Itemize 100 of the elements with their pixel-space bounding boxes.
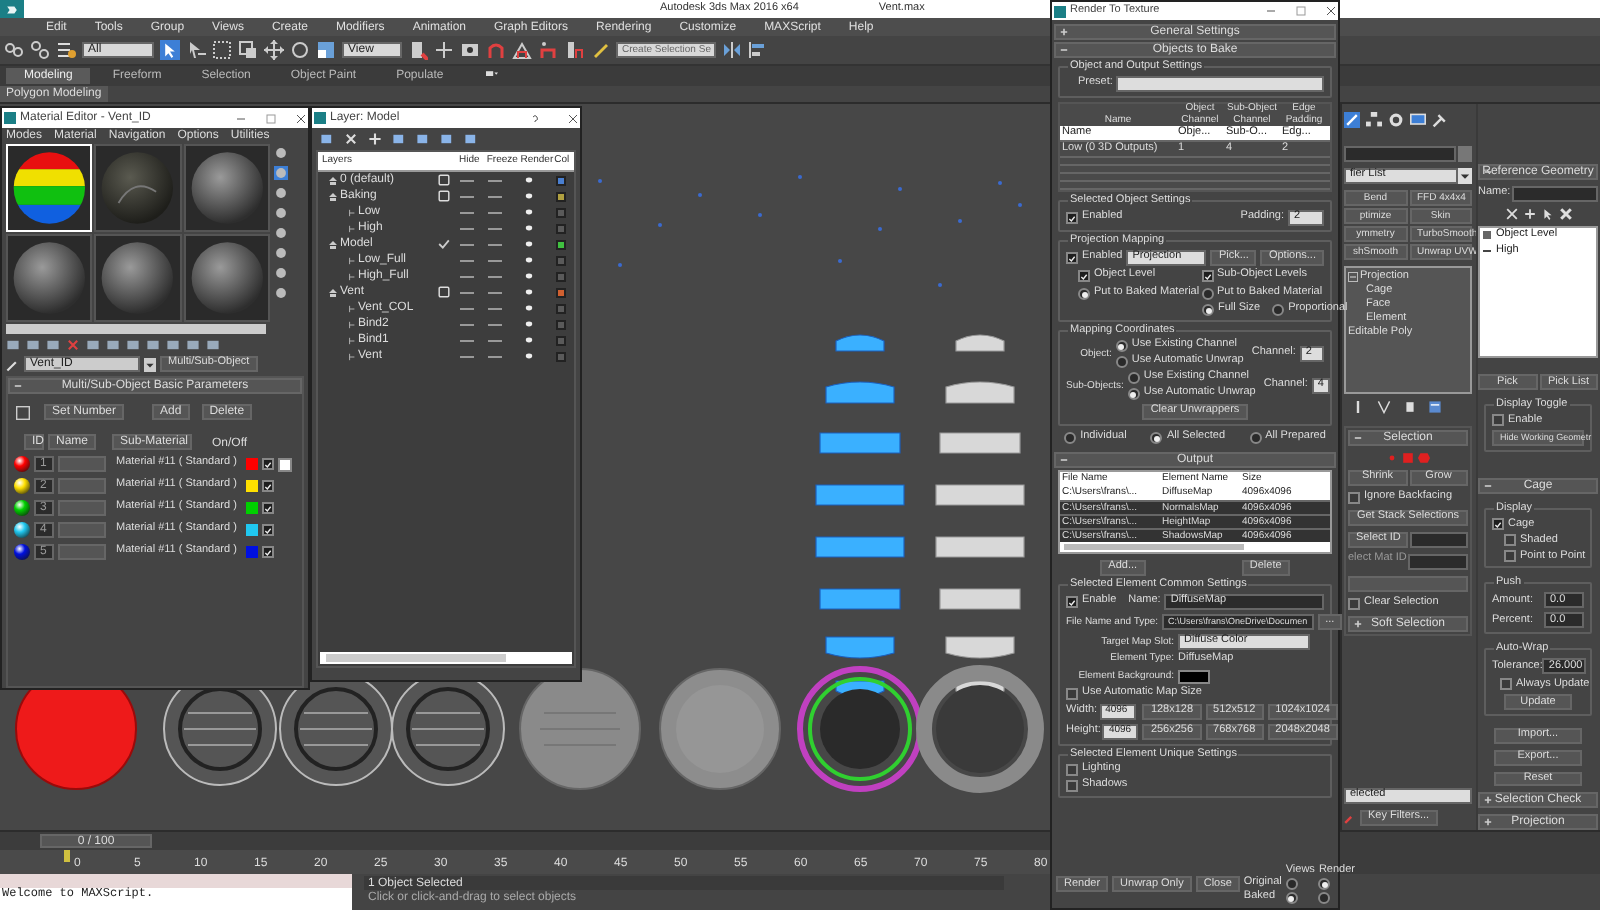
radio-button[interactable] — [1127, 388, 1140, 400]
checkbox[interactable] — [262, 458, 275, 470]
layer-color-swatch[interactable] — [556, 255, 566, 265]
radio-button[interactable] — [1285, 892, 1298, 904]
layer-color-swatch[interactable] — [556, 191, 566, 201]
motion-icon[interactable] — [1388, 112, 1404, 128]
checkbox[interactable] — [262, 480, 275, 492]
color-swatch[interactable] — [246, 502, 259, 514]
checkbox[interactable] — [1492, 414, 1504, 427]
radio-button[interactable] — [1272, 304, 1285, 316]
layer-color-swatch[interactable] — [556, 351, 566, 361]
layer-color-swatch[interactable] — [556, 207, 566, 217]
layer-color-swatch[interactable] — [556, 287, 566, 297]
assign-material-icon[interactable] — [46, 338, 60, 352]
minimize-icon[interactable] — [236, 113, 246, 123]
radio-button[interactable] — [1201, 288, 1213, 300]
checkbox[interactable] — [1504, 550, 1516, 563]
sub-material-name-field[interactable] — [58, 478, 106, 494]
create-icon[interactable] — [1344, 112, 1360, 128]
put-to-library-icon[interactable] — [126, 338, 140, 352]
scale-icon[interactable] — [316, 40, 336, 60]
checkbox[interactable] — [262, 502, 275, 514]
ribbon-options-icon[interactable] — [481, 70, 502, 82]
radio-button[interactable] — [1150, 432, 1163, 444]
minimize-icon[interactable] — [1266, 6, 1276, 16]
hierarchy-icon[interactable] — [1366, 112, 1382, 128]
edit-named-selection-icon[interactable] — [590, 40, 610, 60]
percent-snap-icon[interactable] — [538, 40, 558, 60]
checkmark-icon[interactable] — [438, 238, 450, 250]
checkbox[interactable] — [1348, 598, 1360, 610]
current-layer-toggle[interactable] — [438, 174, 450, 186]
checkbox[interactable] — [1201, 270, 1213, 282]
new-layer-icon[interactable] — [320, 132, 334, 146]
checkbox[interactable] — [1500, 678, 1512, 691]
make-unique-icon[interactable] — [1404, 400, 1416, 414]
horizontal-scrollbar[interactable] — [326, 654, 506, 662]
name-field[interactable] — [1512, 186, 1598, 202]
freeze-icon[interactable] — [464, 132, 478, 146]
uv-tiling-icon[interactable] — [274, 206, 288, 220]
link-icon[interactable] — [4, 40, 24, 60]
pivot-icon[interactable] — [408, 40, 428, 60]
key-icon[interactable] — [1344, 812, 1356, 824]
checkbox[interactable] — [1078, 270, 1090, 282]
options-icon[interactable] — [274, 246, 288, 260]
material-id-icon[interactable] — [146, 338, 160, 352]
layer-color-swatch[interactable] — [556, 223, 566, 233]
minus-icon[interactable] — [1348, 272, 1358, 282]
checkbox[interactable] — [1066, 212, 1078, 224]
checkbox[interactable] — [1492, 518, 1504, 531]
horizontal-scrollbar[interactable] — [6, 324, 266, 334]
layer-color-swatch[interactable] — [556, 319, 566, 329]
sub-material-name-field[interactable] — [58, 544, 106, 560]
background-color-swatch[interactable] — [1178, 669, 1210, 683]
maxscript-input-field[interactable] — [0, 874, 352, 888]
color-check-icon[interactable] — [274, 226, 288, 240]
background-icon[interactable] — [274, 186, 288, 200]
preset-dropdown[interactable] — [1116, 76, 1324, 92]
show-end-result-icon[interactable] — [186, 338, 200, 352]
radio-button[interactable] — [1127, 372, 1140, 384]
put-to-scene-icon[interactable] — [26, 338, 40, 352]
make-unique-icon[interactable] — [106, 338, 120, 352]
checkbox[interactable] — [1066, 687, 1078, 699]
remove-icon[interactable] — [1505, 208, 1517, 220]
rotate-icon[interactable] — [290, 40, 310, 60]
dropdown-arrow-icon[interactable] — [144, 357, 156, 371]
display-icon[interactable] — [1410, 112, 1426, 128]
copy-icon[interactable] — [86, 338, 100, 352]
keyboard-shortcut-icon[interactable] — [460, 40, 480, 60]
material-id-field[interactable] — [1408, 554, 1468, 570]
radio-button[interactable] — [1064, 432, 1077, 444]
checkbox[interactable] — [1504, 534, 1516, 547]
checkbox[interactable] — [1066, 596, 1078, 608]
configure-icon[interactable] — [1428, 400, 1442, 414]
angle-snap-icon[interactable] — [512, 40, 532, 60]
radio-button[interactable] — [1285, 878, 1298, 890]
move-icon[interactable] — [264, 40, 284, 60]
rectangle-selection-icon[interactable] — [212, 40, 232, 60]
pin-stack-icon[interactable] — [1352, 400, 1364, 414]
select-icon[interactable] — [392, 132, 406, 146]
add-icon[interactable] — [1523, 208, 1535, 220]
radio-button[interactable] — [1202, 304, 1214, 316]
bind-icon[interactable] — [56, 40, 76, 60]
color-swatch[interactable] — [246, 524, 259, 536]
mirror-icon[interactable] — [722, 40, 742, 60]
checkbox[interactable] — [1066, 763, 1078, 775]
checkbox[interactable] — [262, 524, 275, 536]
layer-color-swatch[interactable] — [556, 271, 566, 281]
color-swatch[interactable] — [246, 546, 259, 558]
interactive-toggle[interactable] — [278, 457, 293, 471]
checkbox[interactable] — [1066, 252, 1078, 264]
layer-color-swatch[interactable] — [556, 335, 566, 345]
checkbox[interactable] — [1066, 779, 1078, 791]
magnify-icon[interactable] — [274, 266, 288, 280]
unlink-icon[interactable] — [30, 40, 50, 60]
close-icon[interactable] — [296, 113, 306, 123]
select-object-button[interactable] — [160, 40, 180, 60]
radio-button[interactable] — [1318, 878, 1331, 890]
show-map-icon[interactable] — [166, 338, 180, 352]
checkbox[interactable] — [262, 546, 275, 558]
window-crossing-icon[interactable] — [238, 40, 258, 60]
